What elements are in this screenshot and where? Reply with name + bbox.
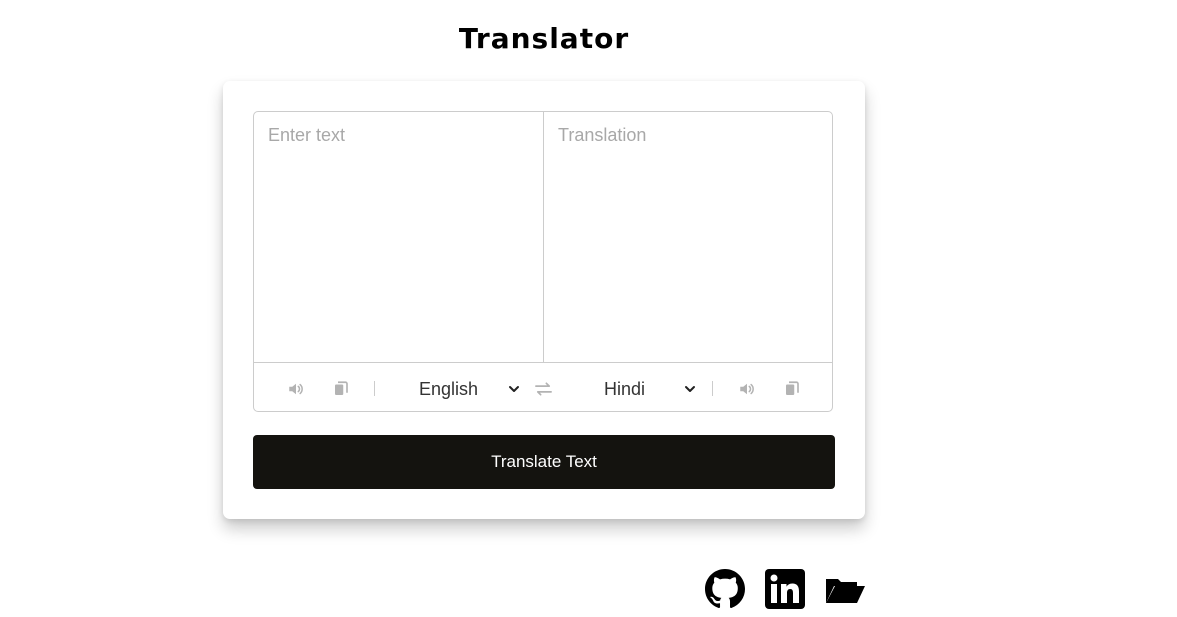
copy-icon[interactable] [332, 380, 350, 398]
translate-button[interactable]: Translate Text [253, 435, 835, 489]
translation-panel: English Hindi [253, 111, 833, 412]
to-language-select[interactable]: Hindi [604, 375, 694, 403]
controls-bar: English Hindi [254, 362, 832, 413]
translator-card: English Hindi [223, 81, 865, 519]
separator [374, 381, 375, 396]
folder-icon[interactable] [825, 569, 865, 609]
page-title: Translator [458, 22, 630, 55]
chevron-down-icon [685, 386, 695, 392]
from-language-select[interactable]: English [419, 375, 519, 403]
chevron-down-icon [509, 386, 519, 392]
volume-icon[interactable] [287, 380, 305, 398]
separator [712, 381, 713, 396]
copy-icon[interactable] [783, 380, 801, 398]
linkedin-icon[interactable] [765, 569, 805, 609]
source-text-input[interactable] [254, 112, 544, 363]
translation-output[interactable] [544, 112, 833, 363]
volume-icon[interactable] [738, 380, 756, 398]
exchange-icon[interactable] [534, 381, 553, 397]
github-icon[interactable] [705, 569, 745, 609]
